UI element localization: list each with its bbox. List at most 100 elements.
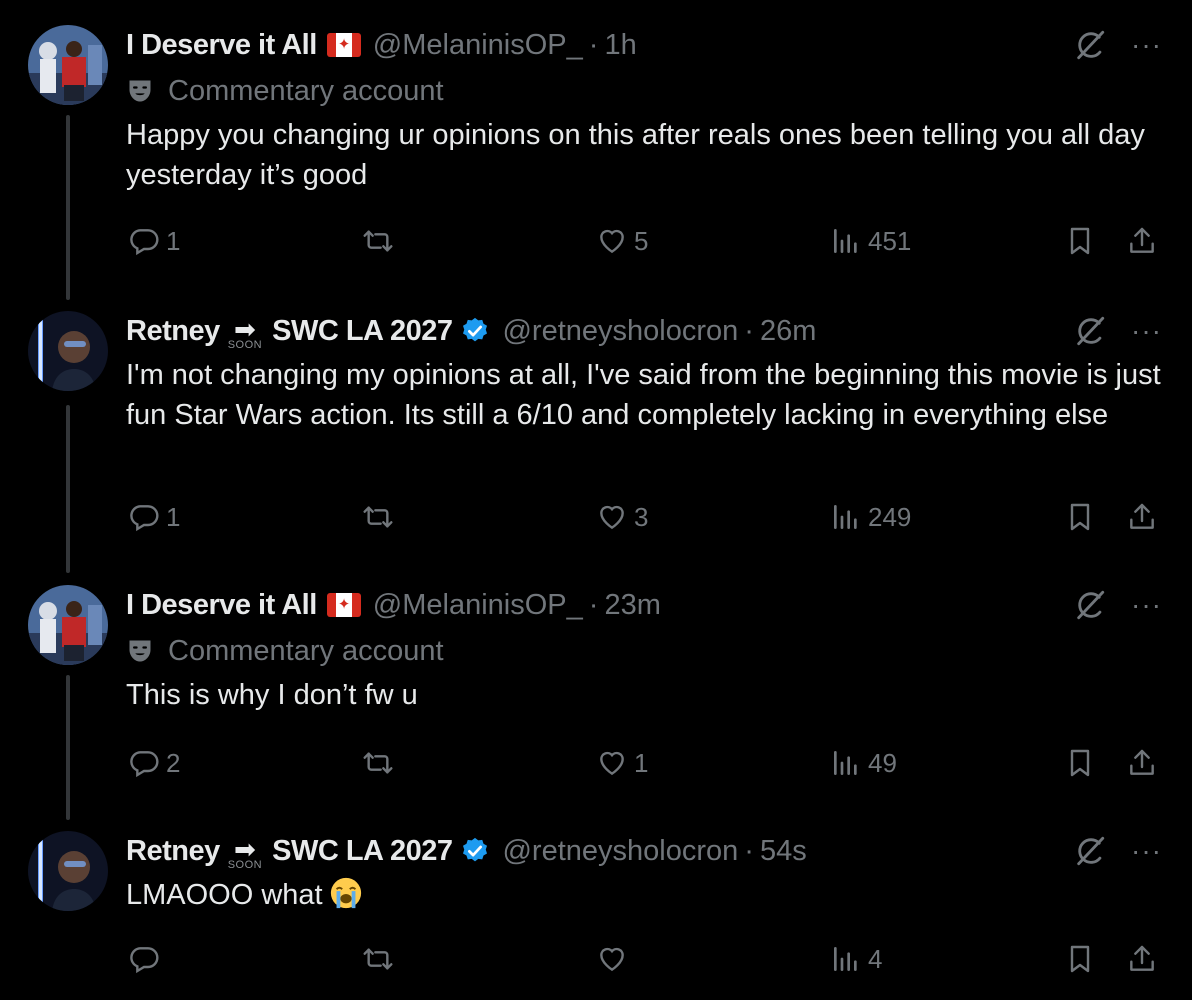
verified-badge-icon[interactable] xyxy=(460,316,490,346)
verified-badge-icon[interactable] xyxy=(460,836,490,866)
username[interactable]: @MelaninisOP_ xyxy=(373,29,583,62)
avatar[interactable] xyxy=(28,831,108,911)
display-name[interactable]: I Deserve it All xyxy=(126,29,317,62)
avatar-image xyxy=(28,831,108,911)
like-button[interactable]: 1 xyxy=(596,747,648,779)
commentary-mask-icon xyxy=(126,77,154,105)
timestamp[interactable]: 23m xyxy=(604,589,660,622)
reply-count: 1 xyxy=(166,225,181,256)
like-count: 5 xyxy=(634,225,649,256)
like-icon xyxy=(596,943,628,975)
more-icon[interactable]: ··· xyxy=(1131,837,1162,865)
tweet-header: I Deserve it All ✦ @MelaninisOP_ · 1h ··… xyxy=(126,25,1162,65)
username[interactable]: @retneysholocron xyxy=(502,315,738,348)
bookmark-button[interactable] xyxy=(1064,943,1096,975)
bookmark-icon xyxy=(1064,747,1096,779)
share-button[interactable] xyxy=(1126,501,1158,533)
thread-line xyxy=(66,115,70,300)
display-name-suffix[interactable]: SWC LA 2027 xyxy=(272,315,453,348)
avatar[interactable] xyxy=(28,311,108,391)
view-count: 4 xyxy=(868,943,883,974)
reply-button[interactable]: 1 xyxy=(128,225,180,257)
account-label: Commentary account xyxy=(126,631,1162,671)
display-name[interactable]: Retney xyxy=(126,835,220,868)
share-icon xyxy=(1126,501,1158,533)
more-icon[interactable]: ··· xyxy=(1131,317,1162,345)
reply-button[interactable]: 1 xyxy=(128,501,180,533)
tweet-actions: 4 xyxy=(0,943,1192,983)
loudly-crying-face-icon xyxy=(330,877,361,909)
like-button[interactable]: 5 xyxy=(596,225,648,257)
retweet-icon xyxy=(362,225,394,257)
views-icon xyxy=(830,747,862,779)
view-count: 249 xyxy=(868,501,912,532)
avatar-image xyxy=(28,311,108,391)
grok-icon[interactable] xyxy=(1073,28,1107,62)
soon-text: SOON xyxy=(227,339,263,351)
conversation-thread: I Deserve it All ✦ @MelaninisOP_ · 1h ··… xyxy=(0,0,1192,1000)
timestamp[interactable]: 1h xyxy=(604,29,636,62)
timestamp[interactable]: 26m xyxy=(760,315,816,348)
view-count: 451 xyxy=(868,225,912,256)
share-button[interactable] xyxy=(1126,943,1158,975)
views-button[interactable]: 249 xyxy=(830,501,911,533)
grok-icon[interactable] xyxy=(1073,314,1107,348)
more-icon[interactable]: ··· xyxy=(1131,591,1162,619)
views-button[interactable]: 4 xyxy=(830,943,882,975)
reply-button[interactable] xyxy=(128,943,166,975)
retweet-button[interactable] xyxy=(362,225,400,257)
tweet-actions: 1 3 249 xyxy=(0,501,1192,541)
tweet-header: Retney ➡ SOON SWC LA 2027 @retneysholocro… xyxy=(126,311,1162,352)
retweet-button[interactable] xyxy=(362,501,400,533)
views-button[interactable]: 451 xyxy=(830,225,911,257)
soon-arrow-icon: ➡ SOON xyxy=(227,834,263,871)
tweet-actions: 2 1 49 xyxy=(0,747,1192,787)
bookmark-icon xyxy=(1064,943,1096,975)
account-label-text: Commentary account xyxy=(168,74,444,107)
canada-flag-icon: ✦ xyxy=(326,33,361,57)
tweet-text: Happy you changing ur opinions on this a… xyxy=(126,119,1145,191)
display-name-suffix[interactable]: SWC LA 2027 xyxy=(272,835,453,868)
timestamp[interactable]: 54s xyxy=(760,835,807,868)
tweet-text: I'm not changing my opinions at all, I'v… xyxy=(126,359,1161,431)
bookmark-button[interactable] xyxy=(1064,747,1096,779)
like-button[interactable] xyxy=(596,943,634,975)
retweet-button[interactable] xyxy=(362,747,400,779)
separator-dot: · xyxy=(588,28,599,61)
share-button[interactable] xyxy=(1126,747,1158,779)
separator-dot: · xyxy=(744,834,754,867)
share-button[interactable] xyxy=(1126,225,1158,257)
grok-icon[interactable] xyxy=(1073,588,1107,622)
bookmark-icon xyxy=(1064,501,1096,533)
reply-button[interactable]: 2 xyxy=(128,747,180,779)
avatar[interactable] xyxy=(28,25,108,105)
like-count: 3 xyxy=(634,501,649,532)
views-icon xyxy=(830,501,862,533)
display-name[interactable]: Retney xyxy=(126,315,220,348)
commentary-mask-icon xyxy=(126,637,154,665)
like-count: 1 xyxy=(634,747,649,778)
username[interactable]: @retneysholocron xyxy=(502,835,738,868)
thread-line xyxy=(66,405,70,573)
retweet-button[interactable] xyxy=(362,943,400,975)
more-icon[interactable]: ··· xyxy=(1131,31,1162,59)
display-name[interactable]: I Deserve it All xyxy=(126,589,317,622)
like-button[interactable]: 3 xyxy=(596,501,648,533)
retweet-icon xyxy=(362,501,394,533)
share-icon xyxy=(1126,747,1158,779)
username[interactable]: @MelaninisOP_ xyxy=(373,589,583,622)
share-icon xyxy=(1126,225,1158,257)
canada-flag-icon: ✦ xyxy=(326,593,361,617)
views-icon xyxy=(830,943,862,975)
separator-dot: · xyxy=(744,314,754,347)
reply-icon xyxy=(128,501,160,533)
views-icon xyxy=(830,225,862,257)
like-icon xyxy=(596,747,628,779)
bookmark-button[interactable] xyxy=(1064,501,1096,533)
views-button[interactable]: 49 xyxy=(830,747,897,779)
bookmark-button[interactable] xyxy=(1064,225,1096,257)
avatar[interactable] xyxy=(28,585,108,665)
bookmark-icon xyxy=(1064,225,1096,257)
grok-icon[interactable] xyxy=(1073,834,1107,868)
tweet-header: I Deserve it All ✦ @MelaninisOP_ · 23m ·… xyxy=(126,585,1162,625)
